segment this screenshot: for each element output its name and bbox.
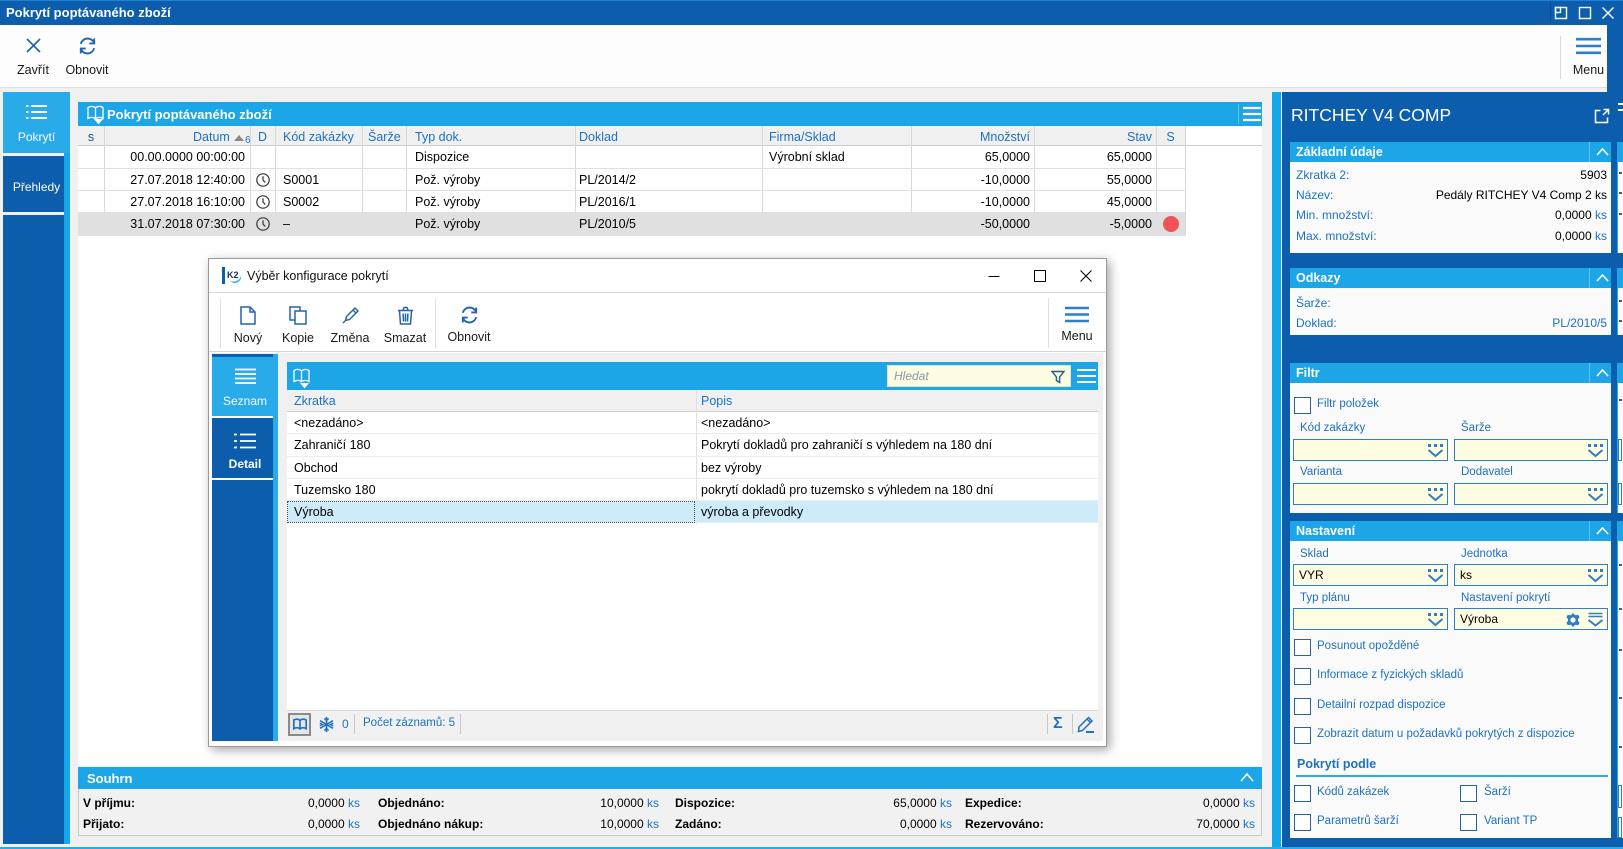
svg-text:K2: K2 xyxy=(227,270,239,280)
